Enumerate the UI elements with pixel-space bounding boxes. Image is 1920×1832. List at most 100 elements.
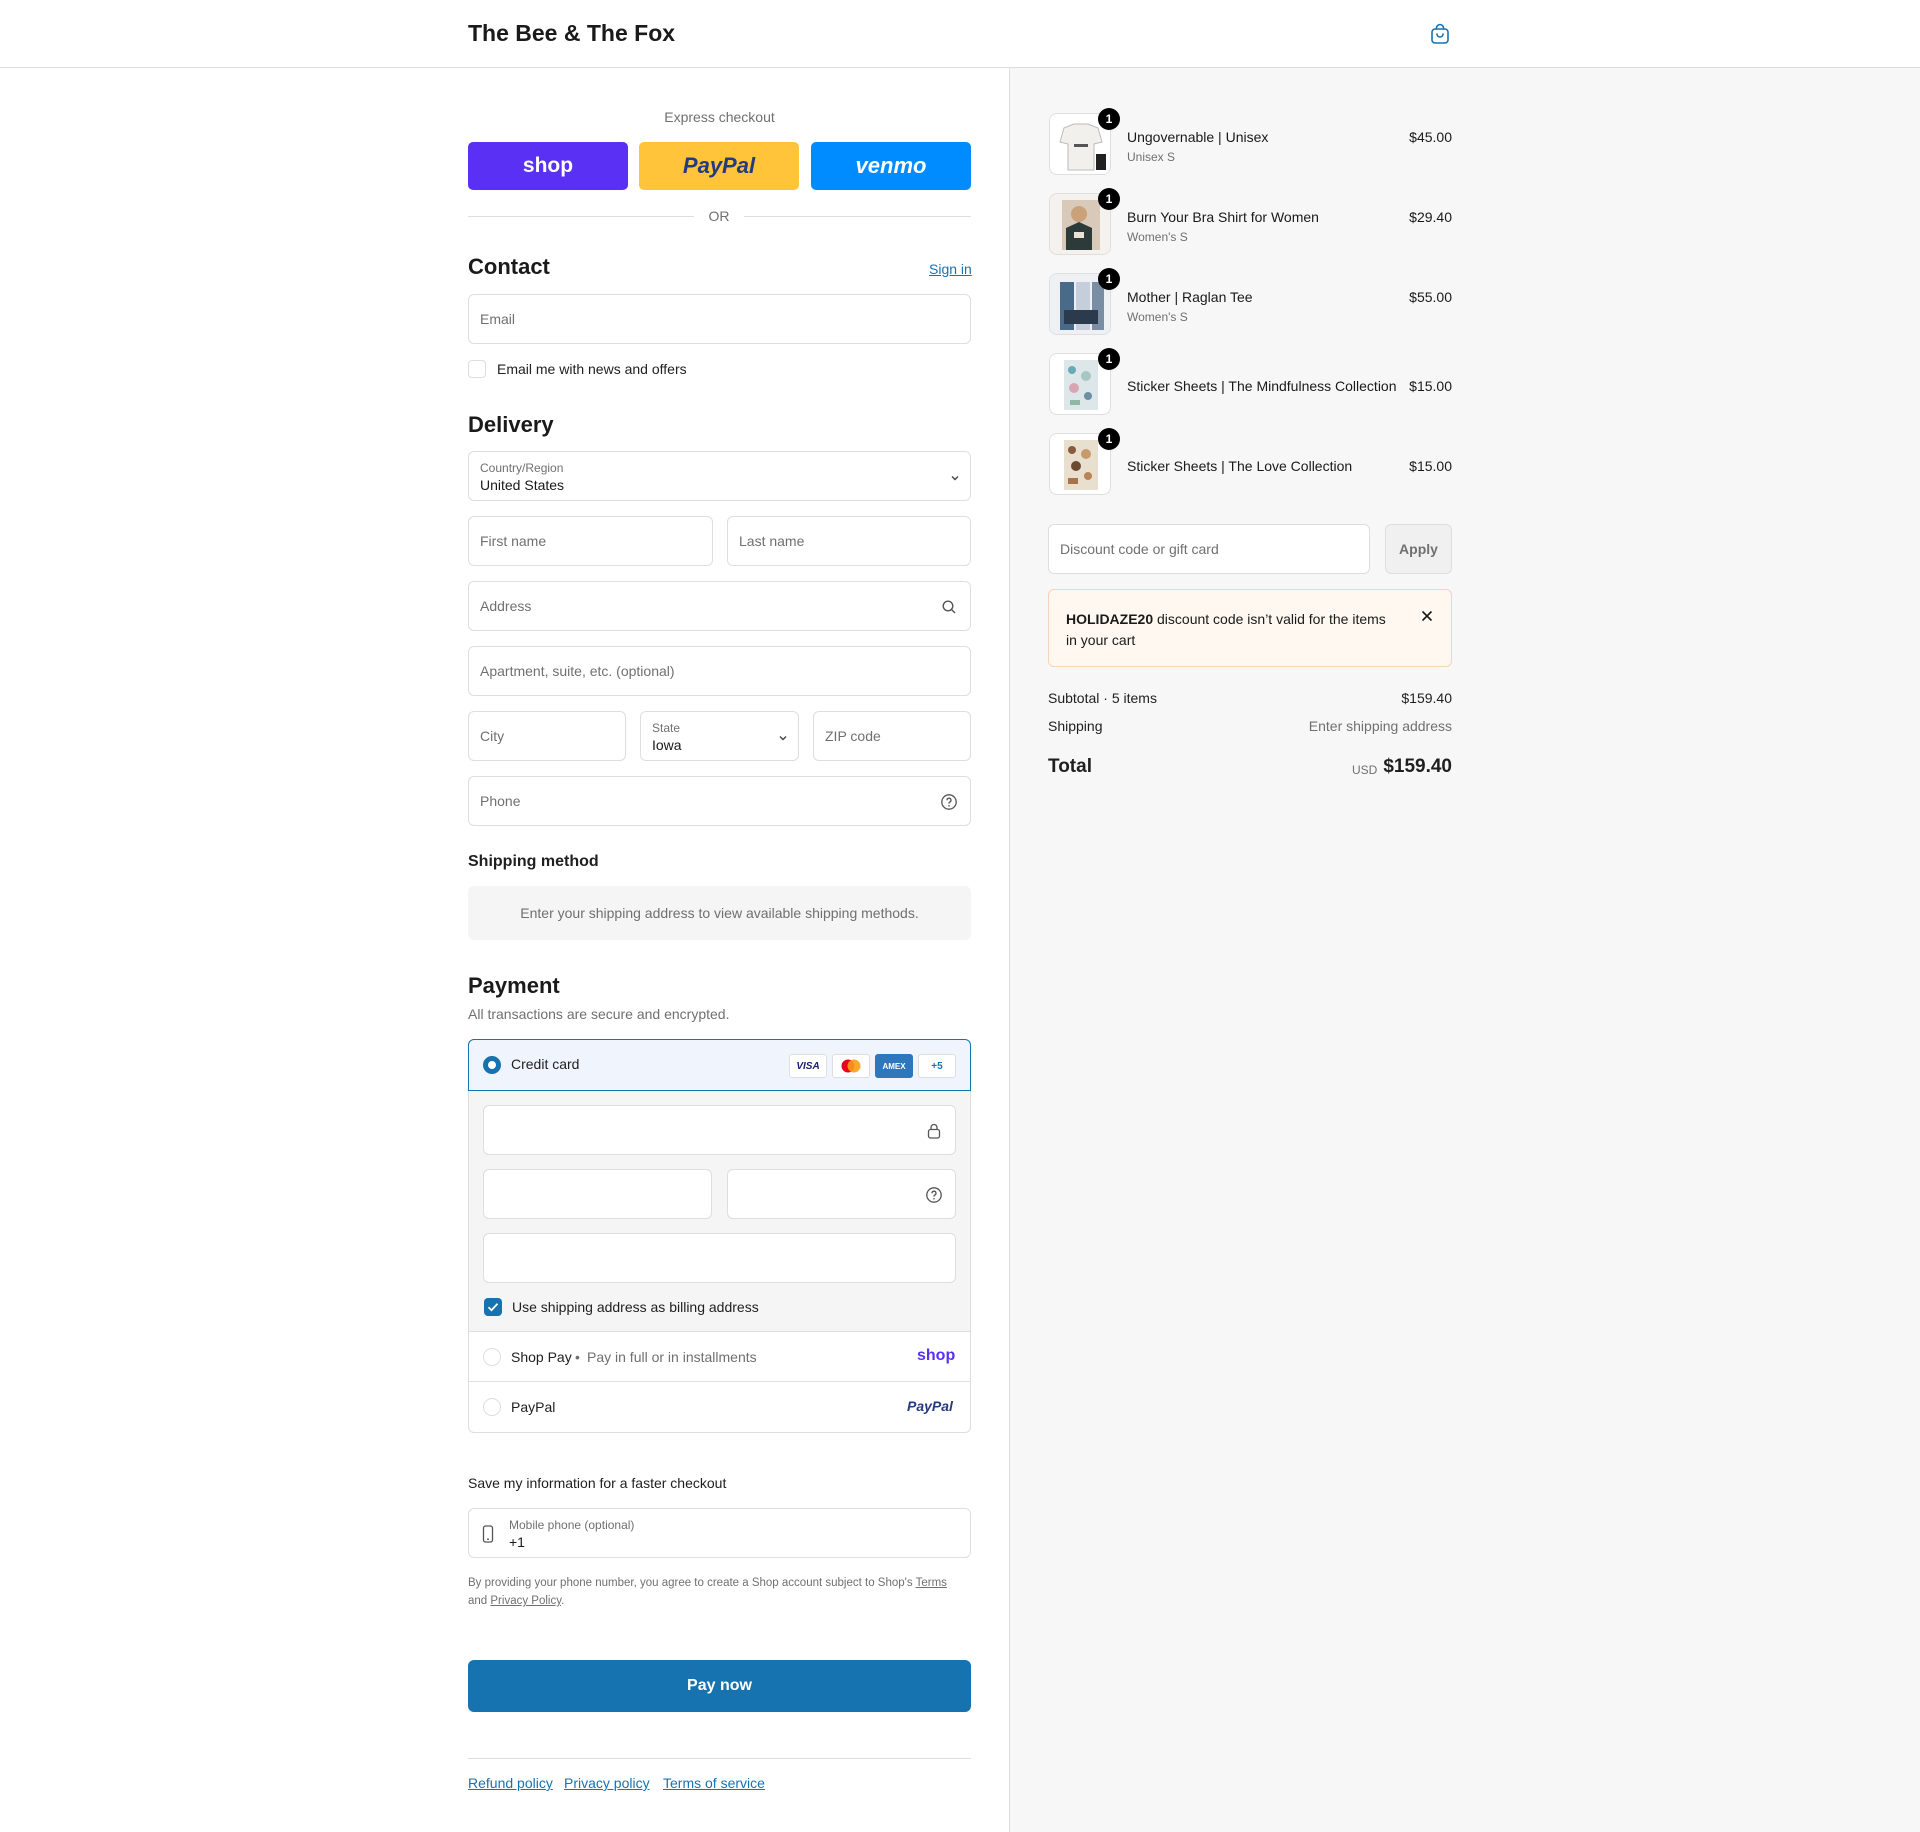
credit-card-radio[interactable] (483, 1056, 501, 1074)
shop-terms-link[interactable]: Terms (916, 1577, 947, 1589)
discount-error-banner: HOLIDAZE20 discount code isn’t valid for… (1048, 589, 1452, 667)
shipping-label: Shipping (1048, 718, 1103, 734)
last-name-placeholder: Last name (739, 533, 805, 549)
billing-address-checkbox[interactable] (484, 1298, 502, 1316)
email-placeholder: Email (480, 311, 516, 327)
country-label: Country/Region (480, 461, 564, 475)
paypal-express-button[interactable]: PayPal (639, 142, 799, 190)
venmo-logo: venmo (855, 153, 927, 178)
item-price: $55.00 (1409, 289, 1452, 305)
divider-right (744, 216, 971, 217)
mobile-phone-value: +1 (509, 1534, 525, 1550)
city-placeholder: City (480, 728, 505, 744)
express-checkout-label: Express checkout (664, 109, 775, 125)
paypal-radio[interactable] (483, 1398, 501, 1416)
address-field[interactable]: Address (468, 581, 971, 631)
help-circle-icon[interactable] (940, 793, 958, 811)
billing-address-label[interactable]: Use shipping address as billing address (512, 1299, 759, 1315)
save-info-disclaimer: By providing your phone number, you agre… (468, 1574, 971, 1610)
state-select[interactable]: State Iowa (640, 711, 799, 761)
total-value: $159.40 (1383, 756, 1452, 777)
last-name-field[interactable]: Last name (727, 516, 971, 566)
sign-in-link[interactable]: Sign in (929, 261, 972, 277)
error-code: HOLIDAZE20 (1066, 611, 1154, 627)
help-circle-icon[interactable] (925, 1186, 943, 1204)
item-variant: Women's S (1127, 310, 1188, 324)
footer-divider (468, 1758, 971, 1759)
mobile-phone-label: Mobile phone (optional) (509, 1518, 635, 1532)
apply-label: Apply (1399, 541, 1438, 557)
address-placeholder: Address (480, 598, 532, 614)
paypal-label: PayPal (511, 1399, 556, 1415)
item-name: Burn Your Bra Shirt for Women (1127, 209, 1319, 225)
apartment-placeholder: Apartment, suite, etc. (optional) (480, 663, 675, 679)
email-field[interactable]: Email (468, 294, 971, 344)
apply-discount-button[interactable]: Apply (1385, 524, 1452, 574)
disclaimer-and: and (468, 1595, 488, 1607)
mastercard-logo (832, 1054, 870, 1078)
apartment-field[interactable]: Apartment, suite, etc. (optional) (468, 646, 971, 696)
more-cards-badge: +5 (918, 1054, 956, 1078)
error-text-1: discount code isn’t valid for the items (1157, 611, 1386, 627)
news-checkbox[interactable] (468, 360, 486, 378)
state-value: Iowa (652, 737, 682, 753)
item-name: Sticker Sheets | The Love Collection (1127, 458, 1353, 474)
close-icon[interactable] (1419, 608, 1435, 624)
terms-of-service-link[interactable]: Terms of service (663, 1775, 765, 1791)
shop-pay-label: Shop Pay (511, 1349, 572, 1365)
refund-policy-link[interactable]: Refund policy (468, 1775, 553, 1791)
item-price: $15.00 (1409, 458, 1452, 474)
currency-code: USD (1352, 763, 1378, 777)
subtotal-value: $159.40 (1401, 690, 1452, 706)
disclaimer-text: By providing your phone number, you agre… (468, 1577, 913, 1589)
mobile-phone-icon (482, 1525, 494, 1543)
item-name: Sticker Sheets | The Mindfulness Collect… (1127, 378, 1397, 394)
or-separator: OR (708, 208, 730, 224)
country-select[interactable]: Country/Region United States (468, 451, 971, 501)
quantity-badge: 1 (1098, 108, 1120, 130)
shipping-value: Enter shipping address (1308, 718, 1452, 734)
shipping-method-notice: Enter your shipping address to view avai… (520, 905, 919, 921)
discount-code-field[interactable]: Discount code or gift card (1048, 524, 1370, 574)
shopping-bag-icon[interactable] (1428, 22, 1452, 46)
card-number-field[interactable] (483, 1105, 956, 1155)
shop-pay-express-button[interactable]: shop (468, 142, 628, 190)
shipping-method-heading: Shipping method (468, 853, 599, 870)
shop-pay-dot: • (575, 1349, 580, 1365)
order-summary-panel (1009, 68, 1920, 1832)
shop-pay-sublabel: Pay in full or in installments (587, 1349, 757, 1365)
item-variant: Unisex S (1127, 150, 1176, 164)
visa-logo: VISA (789, 1054, 827, 1078)
search-icon (942, 600, 956, 614)
save-info-heading: Save my information for a faster checkou… (468, 1475, 727, 1491)
security-code-field[interactable] (727, 1169, 956, 1219)
name-on-card-field[interactable] (483, 1233, 956, 1283)
expiration-date-field[interactable] (483, 1169, 712, 1219)
zip-field[interactable]: ZIP code (813, 711, 971, 761)
credit-card-label: Credit card (511, 1056, 580, 1072)
divider-left (468, 216, 694, 217)
lock-icon (927, 1123, 941, 1139)
first-name-field[interactable]: First name (468, 516, 713, 566)
discount-error-message: HOLIDAZE20 discount code isn’t valid for… (1066, 609, 1406, 651)
delivery-heading: Delivery (468, 412, 554, 437)
payment-subtitle: All transactions are secure and encrypte… (468, 1006, 730, 1022)
store-name[interactable]: The Bee & The Fox (468, 20, 675, 47)
pay-now-button[interactable]: Pay now (468, 1660, 971, 1712)
paypal-option-logo: PayPal (907, 1398, 953, 1414)
venmo-express-button[interactable]: venmo (811, 142, 971, 190)
total-label: Total (1048, 756, 1092, 777)
phone-field[interactable]: Phone (468, 776, 971, 826)
quantity-badge: 1 (1098, 188, 1120, 210)
city-field[interactable]: City (468, 711, 626, 761)
error-text-2: in your cart (1066, 632, 1136, 648)
pay-now-label: Pay now (687, 1677, 752, 1694)
privacy-policy-link[interactable]: Privacy policy (564, 1775, 650, 1791)
first-name-placeholder: First name (480, 533, 547, 549)
payment-heading: Payment (468, 973, 560, 998)
mobile-phone-field[interactable]: Mobile phone (optional) +1 (468, 1508, 971, 1558)
news-checkbox-label[interactable]: Email me with news and offers (497, 361, 687, 377)
shop-pay-radio[interactable] (483, 1348, 501, 1366)
shop-privacy-link[interactable]: Privacy Policy (490, 1595, 561, 1607)
shipping-method-notice-box: Enter your shipping address to view avai… (468, 886, 971, 940)
